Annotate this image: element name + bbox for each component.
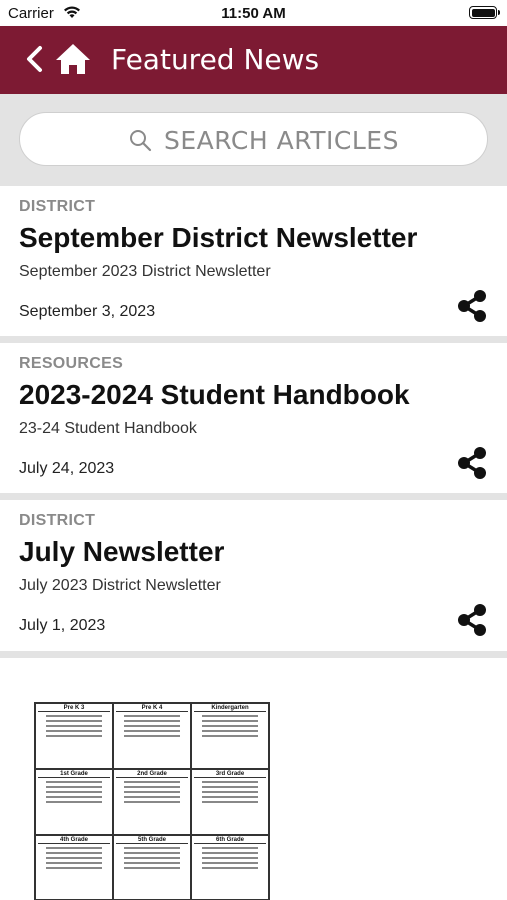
article-card[interactable]: RESOURCES 2023-2024 Student Handbook 23-…	[0, 343, 507, 493]
grade-label: Pre K 4	[116, 705, 188, 712]
status-time: 11:50 AM	[221, 5, 286, 22]
search-area	[0, 94, 507, 186]
article-subtitle: September 2023 District Newsletter	[19, 263, 271, 280]
article-title[interactable]: July Newsletter	[19, 536, 224, 568]
share-icon[interactable]	[455, 603, 489, 642]
home-icon	[56, 44, 90, 74]
article-date: July 1, 2023	[19, 617, 106, 634]
search-box[interactable]	[19, 112, 488, 166]
article-card[interactable]: DISTRICT July Newsletter July 2023 Distr…	[0, 500, 507, 650]
grade-label: 1st Grade	[38, 771, 110, 778]
article-date: September 3, 2023	[19, 303, 156, 320]
grade-cell: Kindergarten	[191, 703, 269, 769]
divider	[0, 336, 507, 343]
divider	[0, 493, 507, 500]
home-button[interactable]	[54, 42, 92, 76]
article-category: RESOURCES	[19, 355, 124, 372]
share-icon[interactable]	[455, 289, 489, 328]
grade-cell: 5th Grade	[113, 835, 191, 899]
grade-cell: 4th Grade	[35, 835, 113, 899]
divider	[0, 651, 507, 658]
search-icon	[128, 128, 152, 157]
grade-label: Kindergarten	[194, 705, 266, 712]
battery-icon	[469, 6, 500, 19]
article-category: DISTRICT	[19, 512, 96, 529]
search-input[interactable]	[164, 125, 464, 155]
grade-label: 2nd Grade	[116, 771, 188, 778]
grade-cell: 2nd Grade	[113, 769, 191, 835]
article-date: July 24, 2023	[19, 460, 115, 477]
back-button[interactable]	[22, 44, 48, 74]
chevron-left-icon	[27, 46, 42, 72]
article-subtitle: 23-24 Student Handbook	[19, 420, 197, 437]
nav-bar: Featured News	[0, 26, 507, 94]
grade-label: 5th Grade	[116, 837, 188, 844]
grade-cell: 3rd Grade	[191, 769, 269, 835]
grade-cell: Pre K 3	[35, 703, 113, 769]
grade-label: 6th Grade	[194, 837, 266, 844]
article-title[interactable]: 2023-2024 Student Handbook	[19, 379, 410, 411]
supply-list-grid: Pre K 3 Pre K 4 Kindergarten 1st Grade 2…	[35, 703, 269, 899]
grade-cell: 1st Grade	[35, 769, 113, 835]
page-title: Featured News	[111, 43, 320, 76]
grade-cell: 6th Grade	[191, 835, 269, 899]
grade-cell: Pre K 4	[113, 703, 191, 769]
article-subtitle: July 2023 District Newsletter	[19, 577, 221, 594]
status-bar: Carrier 11:50 AM	[0, 0, 507, 26]
grade-label: Pre K 3	[38, 705, 110, 712]
article-category: DISTRICT	[19, 198, 96, 215]
grade-label: 3rd Grade	[194, 771, 266, 778]
article-thumbnail[interactable]: Pre K 3 Pre K 4 Kindergarten 1st Grade 2…	[34, 702, 270, 900]
share-icon[interactable]	[455, 446, 489, 485]
article-title[interactable]: September District Newsletter	[19, 222, 417, 254]
grade-label: 4th Grade	[38, 837, 110, 844]
article-card[interactable]: DISTRICT September District Newsletter S…	[0, 186, 507, 336]
